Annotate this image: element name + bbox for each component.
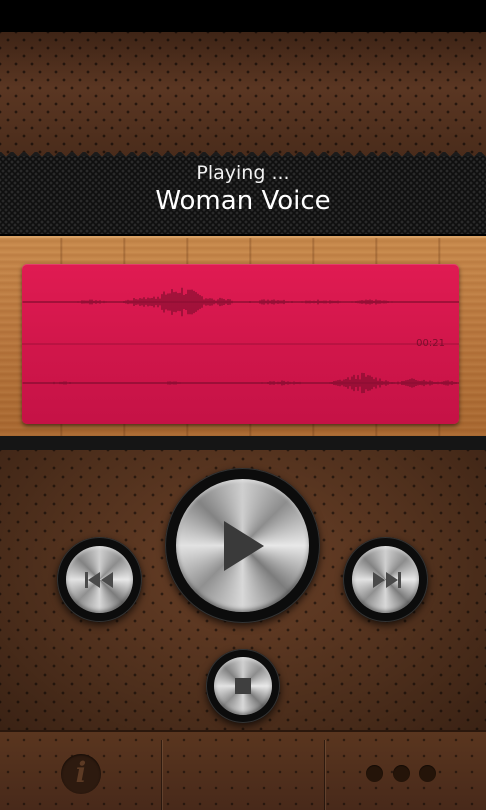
play-icon — [165, 468, 320, 623]
app-bar-separator — [161, 740, 162, 810]
divider — [0, 436, 486, 450]
previous-button[interactable] — [57, 537, 142, 622]
more-button[interactable] — [366, 758, 436, 788]
next-button[interactable] — [343, 537, 428, 622]
stop-button[interactable] — [206, 649, 280, 723]
track-title: Woman Voice — [155, 186, 331, 216]
duration-label: 00:21 — [416, 338, 445, 349]
skip-back-icon — [57, 537, 142, 622]
leather-header-panel — [0, 32, 486, 162]
more-dot — [392, 764, 410, 782]
more-dot — [366, 764, 383, 782]
more-dot — [419, 764, 436, 782]
skip-forward-icon — [343, 537, 428, 622]
playing-status-label: Playing ... — [196, 162, 290, 184]
status-bar — [0, 0, 486, 32]
play-button[interactable] — [165, 468, 320, 623]
waveform-graph — [22, 287, 459, 394]
waveform-card[interactable]: 00:21 — [22, 264, 459, 424]
wood-panel: 00:21 — [0, 236, 486, 436]
now-playing-band: Playing ... Woman Voice — [0, 156, 486, 234]
stop-icon — [206, 649, 280, 723]
info-icon: i — [75, 756, 87, 789]
info-button[interactable]: i — [61, 754, 101, 794]
app-bar-separator — [324, 740, 325, 810]
app-bar: i — [0, 730, 486, 810]
